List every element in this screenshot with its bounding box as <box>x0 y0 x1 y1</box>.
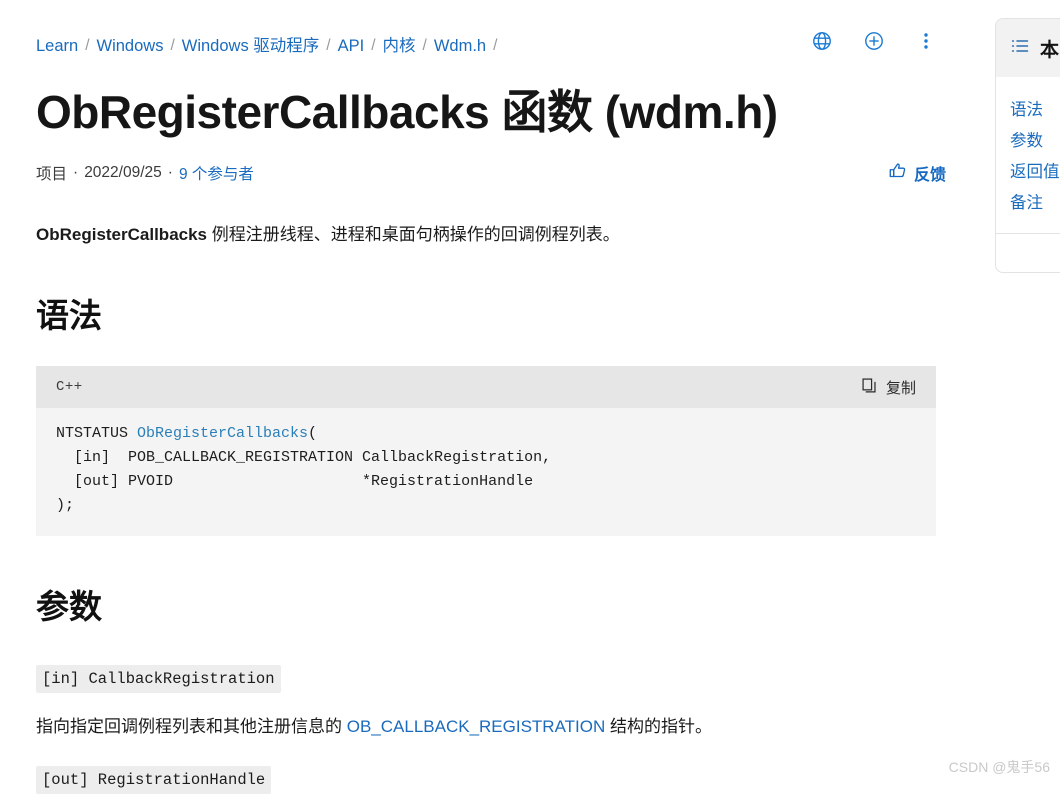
breadcrumb-list: Learn / Windows / Windows 驱动程序 / API / 内… <box>36 38 504 55</box>
breadcrumb-item-windows-drivers[interactable]: Windows 驱动程序 <box>182 38 320 55</box>
copy-label: 复制 <box>885 379 916 397</box>
code-block-body[interactable]: NTSTATUS ObRegisterCallbacks( [in] POB_C… <box>36 408 936 536</box>
code-block-header: C++ 复制 <box>36 366 936 408</box>
copy-icon <box>861 377 878 398</box>
header-actions <box>809 28 939 54</box>
code-line-4: ); <box>56 497 75 514</box>
meta-type: 项目 <box>36 166 68 183</box>
breadcrumb-item-kernel[interactable]: 内核 <box>383 38 416 55</box>
article-column: Learn / Windows / Windows 驱动程序 / API / 内… <box>0 0 975 794</box>
page-title: ObRegisterCallbacks 函数 (wdm.h) <box>36 84 778 140</box>
page-title-main: ObRegisterCallbacks <box>36 86 502 138</box>
toc-item-syntax[interactable]: 语法 <box>1010 95 1060 126</box>
page-title-tail: (wdm.h) <box>592 86 778 138</box>
breadcrumb-separator: / <box>493 37 498 55</box>
param-desc-after: 结构的指针。 <box>605 717 713 736</box>
breadcrumb-separator: / <box>170 37 175 55</box>
breadcrumb-item-windows[interactable]: Windows <box>97 38 164 55</box>
toc-item-return-value[interactable]: 返回值 <box>1010 157 1060 188</box>
watermark: CSDN @鬼手56 <box>948 759 1050 775</box>
plus-circle-icon[interactable] <box>861 28 887 54</box>
heading-syntax: 语法 <box>36 297 102 334</box>
code-line-2: [in] POB_CALLBACK_REGISTRATION CallbackR… <box>56 449 552 466</box>
lead-rest: 例程注册线程、进程和桌面句柄操作的回调例程列表。 <box>207 225 620 244</box>
code-line-1-function: ObRegisterCallbacks <box>137 425 309 442</box>
meta-dot: · <box>73 164 79 181</box>
param-signature-registrationhandle: [out] RegistrationHandle <box>36 766 272 794</box>
code-content: NTSTATUS ObRegisterCallbacks( [in] POB_C… <box>56 422 916 518</box>
table-of-contents-panel: 本 语法 参数 返回值 备注 <box>995 18 1060 273</box>
toc-item-parameters[interactable]: 参数 <box>1010 126 1060 157</box>
toc-list: 语法 参数 返回值 备注 <box>996 77 1060 219</box>
breadcrumb-separator: / <box>371 37 376 55</box>
code-line-1-paren: ( <box>308 425 318 442</box>
copy-button[interactable]: 复制 <box>857 375 920 400</box>
code-language-label: C++ <box>56 379 83 395</box>
code-block: C++ 复制 NTSTATUS ObRegisterCallbacks( [in… <box>36 366 936 536</box>
page-title-cjk: 函数 <box>501 86 594 138</box>
feedback-button[interactable]: 反馈 <box>888 161 946 185</box>
param-signature-callbackregistration: [in] CallbackRegistration <box>36 665 281 693</box>
breadcrumb: Learn / Windows / Windows 驱动程序 / API / 内… <box>36 30 936 62</box>
article-meta: 项目 · 2022/09/25 · 9 个参与者 反馈 <box>36 160 946 186</box>
toc-item-remarks[interactable]: 备注 <box>1010 188 1060 219</box>
breadcrumb-item-api[interactable]: API <box>338 38 365 55</box>
breadcrumb-separator: / <box>85 37 90 55</box>
more-vertical-icon[interactable] <box>913 28 939 54</box>
globe-icon[interactable] <box>809 28 835 54</box>
meta-dot: · <box>167 164 173 181</box>
lead-paragraph: ObRegisterCallbacks 例程注册线程、进程和桌面句柄操作的回调例… <box>36 222 936 248</box>
param-description-callbackregistration: 指向指定回调例程列表和其他注册信息的 OB_CALLBACK_REGISTRAT… <box>36 714 936 740</box>
toc-header: 本 <box>996 19 1060 77</box>
toc-title: 本 <box>1040 39 1060 61</box>
meta-contributors-link[interactable]: 9 个参与者 <box>179 162 254 184</box>
breadcrumb-separator: / <box>422 37 427 55</box>
param-desc-before: 指向指定回调例程列表和其他注册信息的 <box>36 717 347 736</box>
toc-divider <box>996 233 1060 234</box>
breadcrumb-item-wdm-h[interactable]: Wdm.h <box>434 38 486 55</box>
feedback-label: 反馈 <box>913 167 946 184</box>
lead-bold-term: ObRegisterCallbacks <box>36 225 208 244</box>
breadcrumb-item-learn[interactable]: Learn <box>36 38 78 55</box>
thumbs-up-icon <box>888 161 907 185</box>
meta-date: 2022/09/25 <box>84 164 162 181</box>
list-icon <box>1010 36 1030 61</box>
meta-left: 项目 · 2022/09/25 · 9 个参与者 <box>36 162 254 184</box>
code-line-1-type: NTSTATUS <box>56 425 138 442</box>
breadcrumb-separator: / <box>326 37 331 55</box>
code-line-3: [out] PVOID *RegistrationHandle <box>56 473 534 490</box>
heading-parameters: 参数 <box>36 588 102 625</box>
ob-callback-registration-link[interactable]: OB_CALLBACK_REGISTRATION <box>347 717 606 736</box>
